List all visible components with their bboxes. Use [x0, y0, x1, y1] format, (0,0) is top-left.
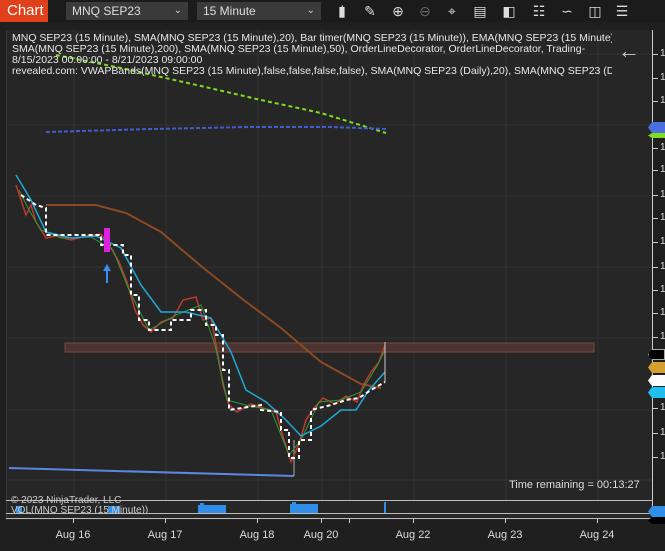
price-label: 1: [660, 402, 665, 413]
volume-label: VOL(MNQ SEP23 (15 Minute)): [11, 505, 149, 513]
sma50-line: [46, 204, 382, 389]
bar-timer-text: Time remaining = 00:13:27: [509, 479, 640, 491]
price-panel[interactable]: [6, 30, 653, 520]
legend-line: revealed.com: VWAPBands(MNQ SEP23 (15 Mi…: [12, 66, 612, 77]
price-label: 1: [660, 95, 665, 106]
price-label: 1: [660, 261, 665, 272]
date-range-label: 8/15/2023 00:00:00 - 8/21/2023 09:00:00: [12, 55, 203, 66]
trade-marker: [104, 228, 110, 252]
x-axis-label: Aug 20: [303, 529, 339, 541]
vwap-line: [45, 126, 387, 133]
indicator-legend: MNQ SEP23 (15 Minute), SMA(MNQ SEP23 (15…: [12, 33, 612, 77]
x-axis-label: Aug 22: [395, 529, 431, 541]
price-label: 1: [660, 142, 665, 153]
price-line: [15, 184, 386, 465]
price-label: 1: [660, 331, 665, 342]
price-label: 1: [660, 212, 665, 223]
x-axis-label: Aug 17: [147, 529, 183, 541]
price-label: 1: [660, 164, 665, 175]
price-label: 1: [660, 307, 665, 318]
price-label: 1: [660, 284, 665, 295]
price-label: 1: [660, 189, 665, 200]
back-arrow-icon[interactable]: ←: [618, 38, 640, 64]
price-label: 1: [660, 72, 665, 83]
support-line: [8, 467, 295, 477]
price-label: 1: [660, 451, 665, 462]
price-label: 1: [660, 48, 665, 59]
x-axis-label: Aug 24: [579, 529, 615, 541]
price-label: 1: [660, 427, 665, 438]
x-axis-label: Aug 18: [239, 529, 275, 541]
gridlines: [7, 30, 653, 500]
zone-rectangle: [64, 342, 595, 353]
legend-line: MNQ SEP23 (15 Minute), SMA(MNQ SEP23 (15…: [12, 33, 612, 44]
x-axis-label: Aug 23: [487, 529, 523, 541]
price-label: 1: [660, 236, 665, 247]
x-axis-label: Aug 16: [55, 529, 91, 541]
legend-line: SMA(MNQ SEP23 (15 Minute),200), SMA(MNQ …: [12, 44, 586, 55]
